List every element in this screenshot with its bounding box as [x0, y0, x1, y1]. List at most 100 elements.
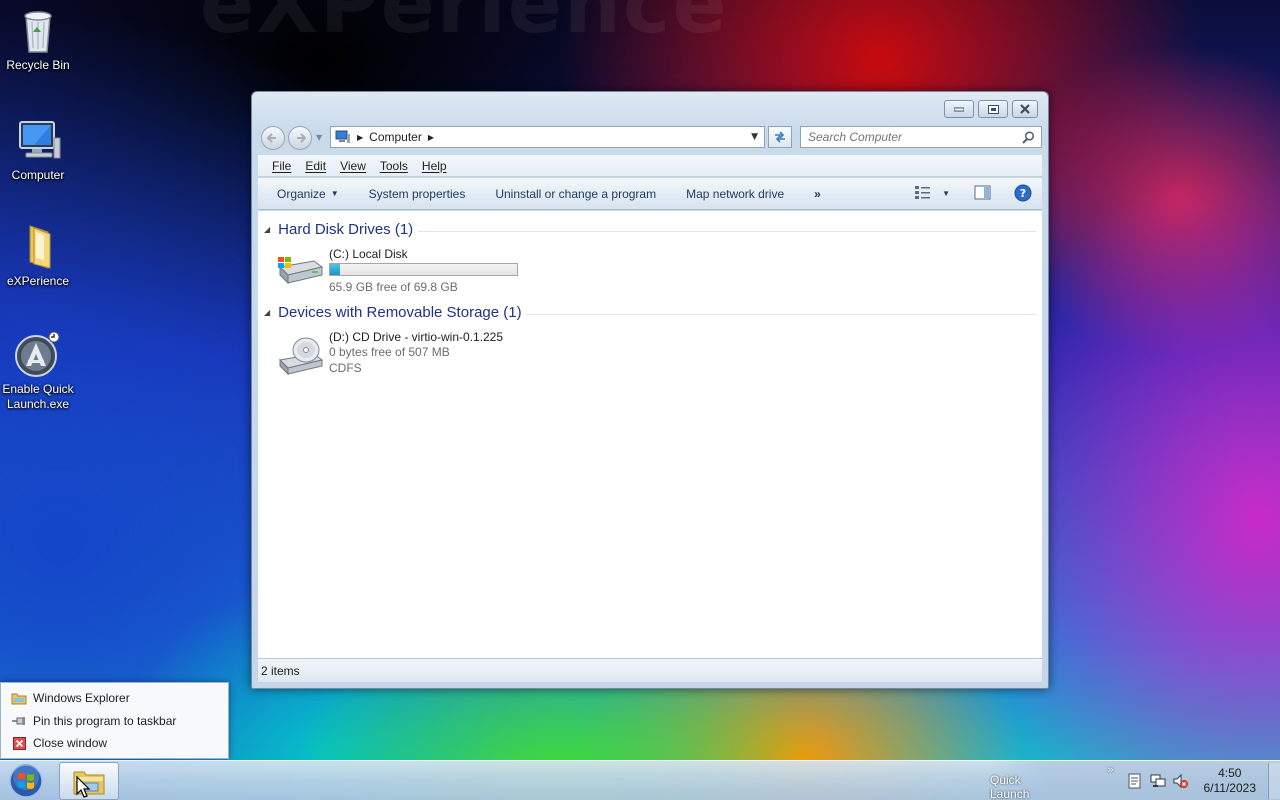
drive-name: (C:) Local Disk: [329, 247, 408, 261]
windows-logo-icon: [9, 764, 43, 798]
system-properties-label: System properties: [368, 186, 466, 201]
disk-usage-bar-fill: [330, 264, 341, 275]
collapse-icon[interactable]: ◢: [264, 308, 270, 317]
document-tray-icon[interactable]: [1128, 773, 1142, 789]
uninstall-program-button[interactable]: Uninstall or change a program: [480, 178, 671, 209]
pin-icon: [12, 717, 25, 725]
quick-launch-toolbar[interactable]: Quick Launch: [990, 773, 1062, 800]
jump-list-pin-to-taskbar[interactable]: Pin this program to taskbar: [11, 711, 176, 731]
minimize-button[interactable]: [944, 100, 974, 118]
svg-text:?: ?: [1020, 187, 1026, 200]
view-controls: ▼ ?: [914, 184, 1032, 202]
taskbar: Quick Launch » 4:50 6/11/2023: [0, 760, 1280, 800]
wallpaper-watermark: eXPerience: [200, 0, 729, 51]
back-button[interactable]: [261, 126, 285, 150]
computer-icon: [19, 121, 61, 159]
menu-view[interactable]: View: [340, 159, 366, 173]
refresh-icon: [775, 131, 785, 143]
file-list-pane[interactable]: ◢ Hard Disk Drives (1) (C:) Local Disk 6…: [258, 211, 1042, 658]
address-dropdown-icon[interactable]: ▼: [751, 132, 758, 142]
chevron-down-icon: ▼: [330, 189, 339, 198]
quick-launch-chevron-icon[interactable]: »: [1107, 763, 1114, 776]
notification-area: Quick Launch » 4:50 6/11/2023: [990, 761, 1280, 800]
minimize-icon: [954, 107, 964, 112]
drive-free-space: 65.9 GB free of 69.8 GB: [329, 280, 458, 294]
jump-list-item-label: Close window: [33, 736, 108, 750]
menu-help[interactable]: Help: [422, 159, 447, 173]
desktop-icon-recycle-bin[interactable]: Recycle Bin: [0, 6, 76, 73]
close-button[interactable]: [1012, 100, 1038, 118]
refresh-button[interactable]: [768, 126, 792, 148]
app-launcher-icon: [15, 331, 60, 377]
jump-list-windows-explorer[interactable]: Windows Explorer: [11, 688, 130, 708]
search-icon[interactable]: [1022, 131, 1035, 144]
group-title: Hard Disk Drives (1): [278, 221, 414, 238]
drive-item-text: (C:) Local Disk 65.9 GB free of 69.8 GB: [329, 247, 518, 295]
menu-file[interactable]: File: [272, 159, 291, 173]
taskbar-jump-list: Windows Explorer Pin this program to tas…: [0, 682, 229, 759]
organize-label: Organize: [277, 186, 326, 201]
breadcrumb-computer[interactable]: Computer: [369, 130, 422, 144]
caption-buttons: [944, 100, 1038, 118]
cd-drive-icon: [278, 337, 324, 376]
command-bar: Organize ▼ System properties Uninstall o…: [258, 178, 1042, 210]
preview-pane-icon[interactable]: [974, 185, 992, 201]
group-header-hard-disk[interactable]: ◢ Hard Disk Drives (1): [264, 221, 413, 238]
explorer-window[interactable]: ▼ ▶ Computer ▶ ▼ File Edit View Tools He…: [251, 91, 1049, 689]
desktop-icon-label: Recycle Bin: [6, 58, 70, 72]
volume-muted-icon[interactable]: [1172, 773, 1188, 789]
breadcrumb-separator-icon[interactable]: ▶: [357, 133, 363, 142]
drive-item-text: (D:) CD Drive - virtio-win-0.1.225 0 byt…: [329, 330, 503, 376]
more-commands-icon: »: [814, 186, 821, 201]
menu-edit[interactable]: Edit: [305, 159, 326, 173]
drive-item-c[interactable]: (C:) Local Disk 65.9 GB free of 69.8 GB: [276, 247, 536, 294]
start-button[interactable]: [6, 763, 48, 799]
drive-name: (D:) CD Drive - virtio-win-0.1.225: [329, 330, 504, 344]
disk-usage-bar: [329, 263, 518, 276]
desktop-icon-experience[interactable]: eXPerience: [0, 222, 76, 289]
more-commands-button[interactable]: »: [799, 178, 836, 209]
network-icon[interactable]: [1150, 773, 1166, 789]
search-box[interactable]: [800, 126, 1042, 148]
desktop-icon-label: Computer: [11, 168, 65, 182]
item-count: 2 items: [261, 663, 300, 678]
organize-button[interactable]: Organize ▼: [258, 178, 354, 209]
desktop-icon-label: eXPerience: [6, 274, 70, 288]
navigation-bar: ▼ ▶ Computer ▶ ▼: [260, 125, 1042, 150]
desktop-icon-enable-quick-launch[interactable]: Enable Quick Launch.exe: [0, 330, 76, 412]
search-input[interactable]: [801, 130, 1011, 144]
group-divider: [418, 231, 1036, 232]
menu-tools[interactable]: Tools: [380, 159, 408, 173]
map-network-drive-button[interactable]: Map network drive: [671, 178, 799, 209]
back-arrow-icon: [266, 133, 276, 143]
close-icon: [1020, 104, 1030, 114]
jump-list-item-label: Windows Explorer: [33, 691, 130, 705]
maximize-button[interactable]: [978, 100, 1008, 118]
group-header-removable-storage[interactable]: ◢ Devices with Removable Storage (1): [264, 304, 522, 321]
collapse-icon[interactable]: ◢: [264, 225, 270, 234]
folder-icon: [29, 225, 51, 269]
computer-small-icon: [335, 130, 350, 143]
drive-item-d[interactable]: (D:) CD Drive - virtio-win-0.1.225 0 byt…: [276, 330, 536, 378]
recent-pages-dropdown-icon[interactable]: ▼: [316, 133, 322, 142]
help-icon[interactable]: ?: [1014, 184, 1032, 202]
breadcrumb-separator-icon[interactable]: ▶: [428, 133, 434, 142]
drive-file-system: CDFS: [329, 361, 362, 375]
uninstall-program-label: Uninstall or change a program: [495, 186, 657, 201]
system-clock[interactable]: 4:50 6/11/2023: [1204, 766, 1257, 796]
mouse-cursor-icon: [76, 776, 90, 798]
menu-bar: File Edit View Tools Help: [258, 155, 1042, 177]
address-bar[interactable]: ▶ Computer ▶ ▼: [330, 126, 765, 148]
jump-list-close-window[interactable]: Close window: [11, 733, 107, 753]
desktop-icon-computer[interactable]: Computer: [0, 116, 76, 183]
status-bar: 2 items: [258, 658, 1042, 682]
drive-free-space: 0 bytes free of 507 MB: [329, 345, 450, 359]
maximize-icon: [987, 104, 999, 114]
group-title: Devices with Removable Storage (1): [278, 304, 522, 321]
forward-button[interactable]: [288, 126, 312, 150]
show-desktop-button[interactable]: [1268, 763, 1280, 799]
system-properties-button[interactable]: System properties: [354, 178, 481, 209]
view-options-dropdown-icon[interactable]: ▼: [942, 189, 950, 198]
explorer-folder-icon: [11, 693, 27, 705]
change-view-icon[interactable]: [914, 185, 932, 201]
